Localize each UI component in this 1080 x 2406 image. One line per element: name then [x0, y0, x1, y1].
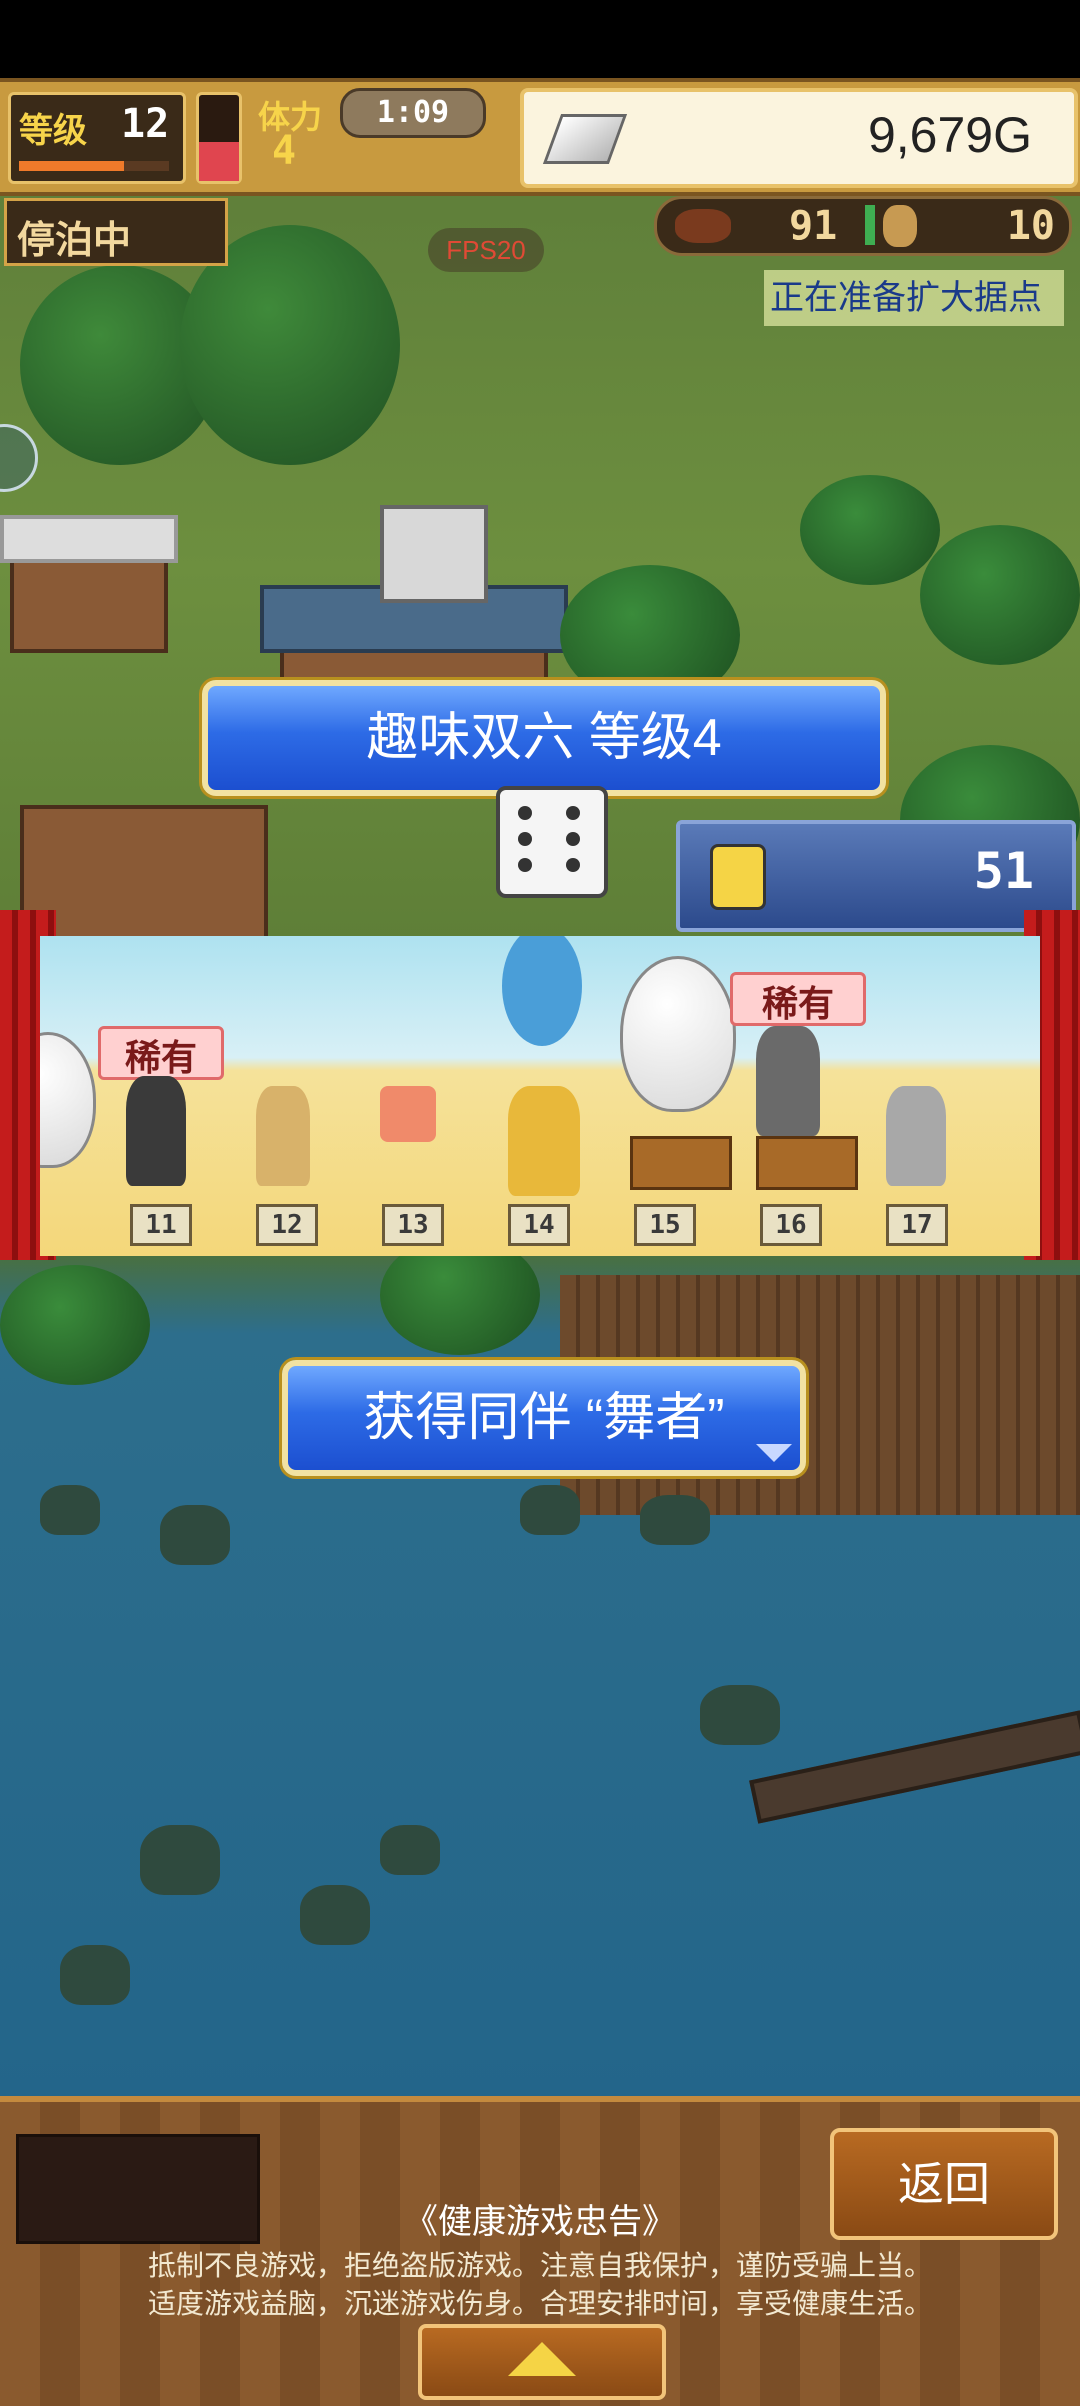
golden-knight-character [508, 1086, 580, 1196]
rock [520, 1485, 580, 1535]
orb-item-icon [380, 1086, 436, 1142]
rock [700, 1685, 780, 1745]
expand-status-text: 正在准备扩大据点 [770, 279, 1042, 317]
food-value: 91 [789, 203, 838, 249]
explorer-character [886, 1086, 946, 1186]
timer-badge: 1:09 [340, 88, 486, 138]
material-icon [883, 205, 917, 247]
anchor-label: 停泊中 [17, 218, 132, 262]
dice-pip [566, 858, 580, 872]
advisory-line-1: 抵制不良游戏，拒绝盗版游戏。注意自我保护，谨防受骗上当。 [147, 2250, 932, 2281]
expand-menu-button[interactable] [418, 2324, 666, 2400]
advisory-line-2: 适度游戏益脑，沉迷游戏伤身。合理安排时间，享受健康生活。 [147, 2288, 932, 2319]
dice-pip [518, 832, 532, 846]
bottom-panel: 返回 《健康游戏忠告》 抵制不良游戏，拒绝盗版游戏。注意自我保护，谨防受骗上当。… [0, 2096, 1080, 2406]
dice-pip [518, 806, 532, 820]
resource-panel[interactable]: 91 10 [654, 196, 1072, 256]
rock [300, 1885, 370, 1945]
egg-icon [620, 956, 736, 1112]
triangle-up-icon [508, 2342, 576, 2376]
companion-message: 获得同伴 “舞者” [363, 1389, 725, 1447]
health-gauge [196, 92, 242, 184]
rock [380, 1825, 440, 1875]
level-progress-fill [19, 161, 124, 171]
advisory-title: 《健康游戏忠告》 [404, 2203, 676, 2241]
bush [0, 1265, 150, 1385]
robot-icon [710, 844, 766, 910]
board-tile-15: 15 [634, 1204, 696, 1246]
dice-pip [518, 858, 532, 872]
treasure-chest-icon [630, 1136, 732, 1190]
move-counter: 51 [676, 820, 1076, 932]
gold-panel[interactable]: 9,679G [520, 88, 1078, 188]
treasure-chest-icon [756, 1136, 858, 1190]
board-tile-17: 17 [886, 1204, 948, 1246]
level-value: 12 [121, 101, 170, 147]
expand-status[interactable]: 正在准备扩大据点 [764, 270, 1064, 326]
counter-value: 51 [973, 842, 1034, 900]
timer-text: 1:09 [376, 95, 450, 130]
rock [60, 1945, 130, 2005]
level-label: 等级 [19, 111, 87, 151]
top-hud: 等级 12 体力 4 1:09 9,679G [0, 78, 1080, 196]
board-tile-11: 11 [130, 1204, 192, 1246]
fps-text: FPS20 [446, 235, 526, 265]
level-panel[interactable]: 等级 12 [8, 92, 186, 184]
rare-tag: 稀有 [98, 1026, 224, 1080]
health-gauge-fill [199, 142, 239, 181]
fps-badge: FPS20 [428, 228, 544, 272]
resource-divider [865, 205, 875, 245]
egg-icon [40, 1032, 96, 1168]
eyepatch-character [256, 1086, 310, 1186]
rock [640, 1495, 710, 1545]
event-title: 趣味双六 等级4 [366, 709, 722, 767]
board-strip[interactable]: 稀有 稀有 11 12 13 14 15 16 17 [40, 936, 1040, 1256]
dice-pip [566, 832, 580, 846]
dice-pip [566, 806, 580, 820]
board-tile-12: 12 [256, 1204, 318, 1246]
bush [800, 475, 940, 585]
ship-cannon [749, 1710, 1080, 1824]
companion-dialog[interactable]: 获得同伴 “舞者” [282, 1360, 806, 1476]
board-tile-14: 14 [508, 1204, 570, 1246]
board-tile-13: 13 [382, 1204, 444, 1246]
event-title-banner: 趣味双六 等级4 [202, 680, 886, 796]
material-value: 10 [1006, 203, 1055, 249]
mystery-block[interactable] [380, 505, 488, 603]
rock [40, 1485, 100, 1535]
viking-character [756, 1026, 820, 1136]
stamina-value: 4 [272, 128, 297, 174]
level-progress-bar [19, 161, 169, 171]
silver-ingot-icon [542, 114, 628, 164]
stall-canopy [0, 515, 178, 563]
rock [140, 1825, 220, 1895]
bush [920, 525, 1080, 665]
dialog-continue-icon [756, 1444, 792, 1462]
anchor-status[interactable]: 停泊中 [4, 198, 228, 266]
rock [160, 1505, 230, 1565]
player-character[interactable] [502, 936, 582, 1046]
dice-icon[interactable] [496, 786, 608, 898]
pirate-character [126, 1076, 186, 1186]
gold-value: 9,679G [867, 107, 1032, 163]
rare-tag: 稀有 [730, 972, 866, 1026]
meat-icon [675, 209, 731, 243]
board-tile-16: 16 [760, 1204, 822, 1246]
